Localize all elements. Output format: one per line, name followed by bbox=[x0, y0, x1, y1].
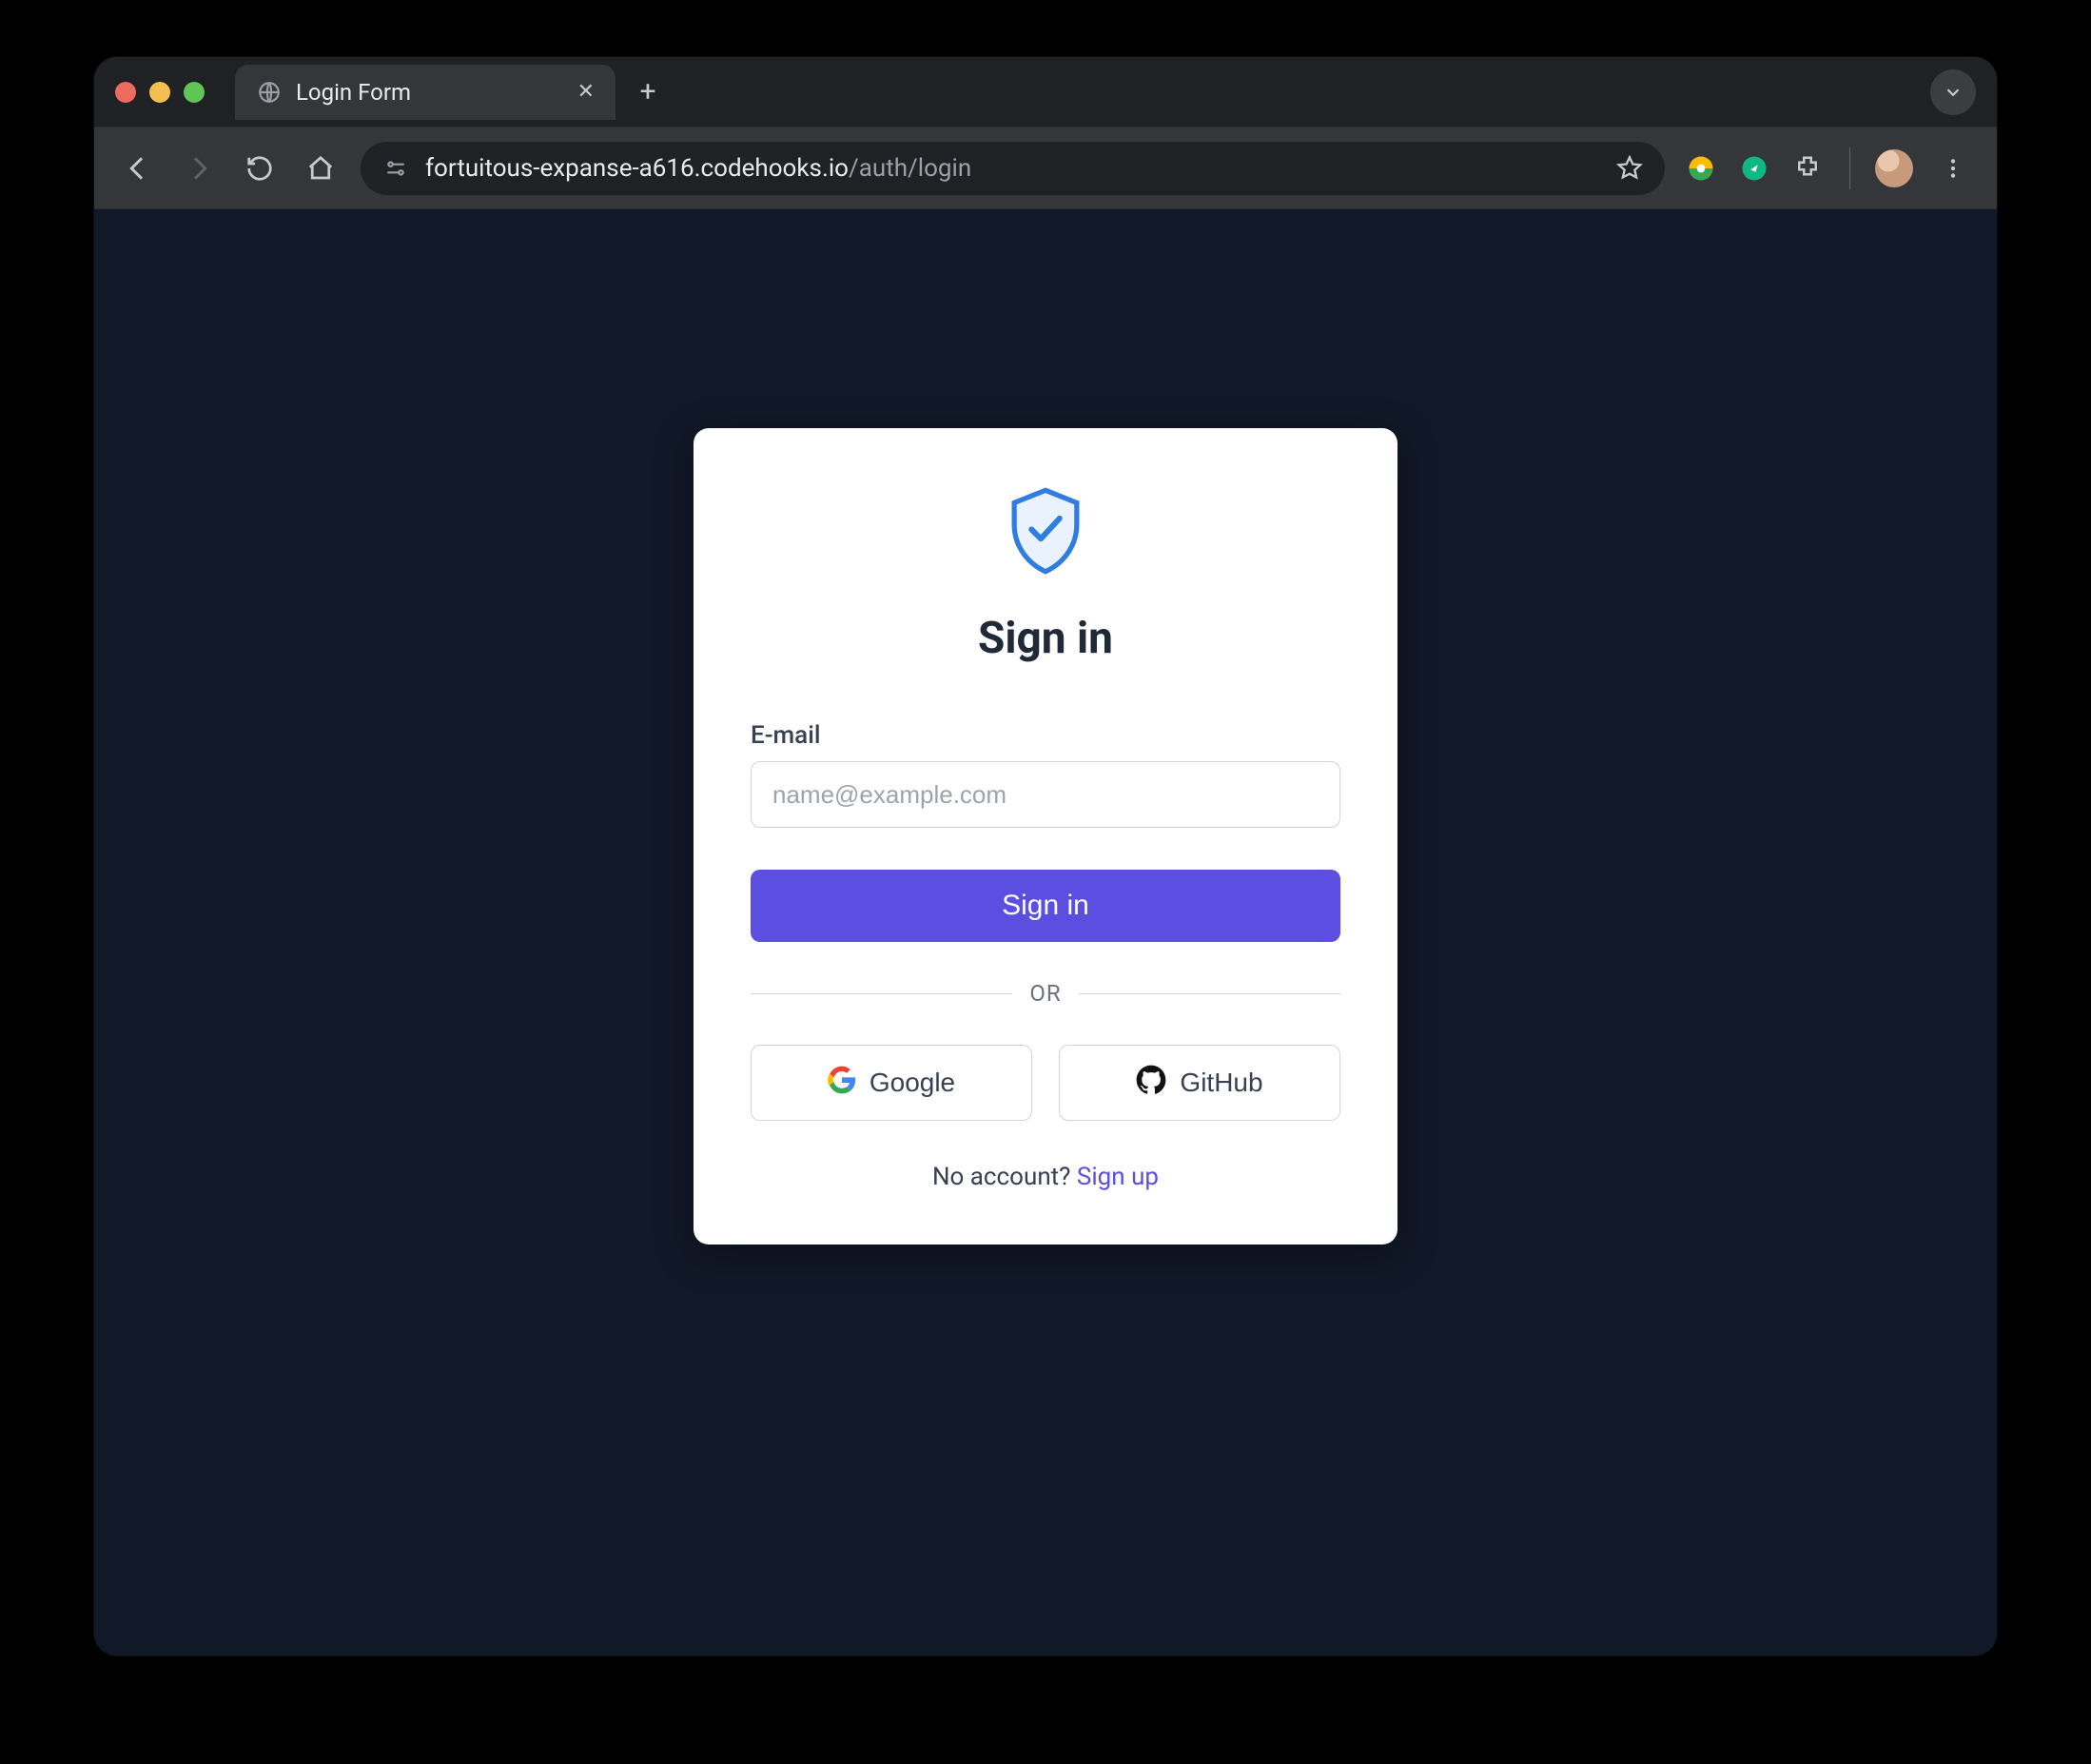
extension-color-icon[interactable] bbox=[1684, 151, 1718, 186]
shield-check-icon bbox=[1007, 487, 1084, 575]
separator-line bbox=[751, 993, 1012, 994]
bookmark-button[interactable] bbox=[1613, 152, 1646, 185]
signin-button[interactable]: Sign in bbox=[751, 870, 1340, 942]
github-label: GitHub bbox=[1180, 1068, 1262, 1098]
or-label: OR bbox=[1029, 980, 1061, 1007]
tab-bar: Login Form ✕ + bbox=[94, 57, 1997, 127]
browser-tab[interactable]: Login Form ✕ bbox=[235, 65, 616, 120]
login-card: Sign in E-mail Sign in OR bbox=[694, 428, 1397, 1245]
tab-close-button[interactable]: ✕ bbox=[577, 80, 595, 104]
close-window-button[interactable] bbox=[115, 82, 136, 103]
tabs-dropdown-button[interactable] bbox=[1930, 69, 1976, 115]
signup-link[interactable]: Sign up bbox=[1077, 1163, 1159, 1191]
github-icon bbox=[1136, 1065, 1166, 1102]
oauth-buttons: Google GitHub bbox=[751, 1045, 1340, 1121]
site-settings-icon[interactable] bbox=[380, 152, 412, 185]
google-icon bbox=[828, 1066, 856, 1101]
no-account-text: No account? bbox=[932, 1163, 1077, 1191]
or-separator: OR bbox=[751, 980, 1340, 1007]
google-label: Google bbox=[870, 1068, 955, 1098]
toolbar-right bbox=[1684, 147, 1974, 189]
signup-row: No account? Sign up bbox=[932, 1163, 1159, 1191]
url-path: /auth/login bbox=[849, 154, 971, 183]
browser-window: Login Form ✕ + fortuitous-expanse-a616.c… bbox=[94, 57, 1997, 1656]
home-button[interactable] bbox=[300, 147, 342, 189]
page-viewport: Sign in E-mail Sign in OR bbox=[94, 209, 1997, 1656]
back-button[interactable] bbox=[117, 147, 159, 189]
url-host: fortuitous-expanse-a616.codehooks.io bbox=[425, 154, 849, 183]
kebab-menu-button[interactable] bbox=[1932, 147, 1974, 189]
extension-compass-icon[interactable] bbox=[1737, 151, 1771, 186]
tab-title: Login Form bbox=[296, 79, 564, 106]
email-input[interactable] bbox=[751, 761, 1340, 828]
browser-toolbar: fortuitous-expanse-a616.codehooks.io/aut… bbox=[94, 127, 1997, 209]
address-bar[interactable]: fortuitous-expanse-a616.codehooks.io/aut… bbox=[361, 142, 1665, 195]
globe-icon bbox=[256, 79, 283, 106]
email-label: E-mail bbox=[751, 721, 1340, 750]
toolbar-divider bbox=[1849, 147, 1850, 189]
new-tab-button[interactable]: + bbox=[629, 73, 667, 111]
separator-line bbox=[1079, 993, 1340, 994]
github-oauth-button[interactable]: GitHub bbox=[1059, 1045, 1340, 1121]
extensions-button[interactable] bbox=[1790, 151, 1825, 186]
minimize-window-button[interactable] bbox=[149, 82, 170, 103]
reload-button[interactable] bbox=[239, 147, 281, 189]
card-title: Sign in bbox=[978, 613, 1113, 664]
email-field-group: E-mail bbox=[751, 721, 1340, 828]
forward-button[interactable] bbox=[178, 147, 220, 189]
fullscreen-window-button[interactable] bbox=[184, 82, 205, 103]
google-oauth-button[interactable]: Google bbox=[751, 1045, 1032, 1121]
url-text: fortuitous-expanse-a616.codehooks.io/aut… bbox=[425, 154, 1600, 183]
profile-avatar[interactable] bbox=[1875, 149, 1913, 187]
window-controls bbox=[115, 82, 205, 103]
